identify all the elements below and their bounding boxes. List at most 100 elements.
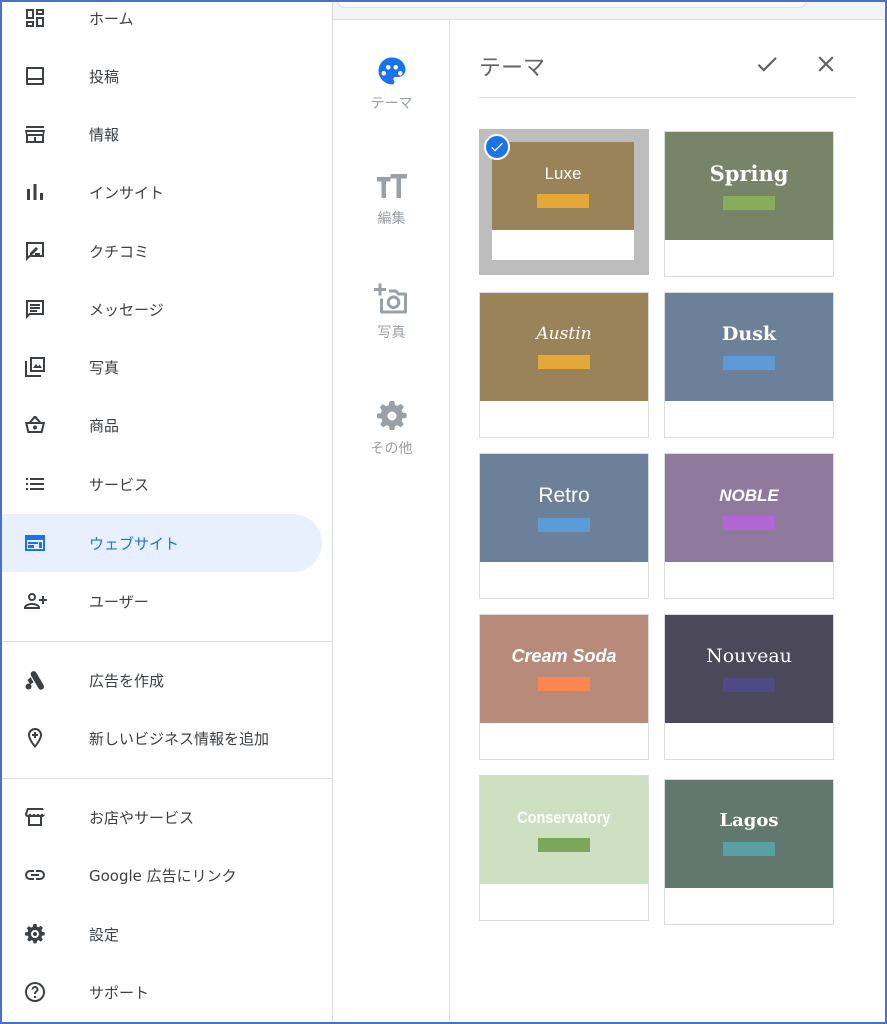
left-navigation: ホーム 投稿 情報 インサイト クチコミ メッセージ 写真 商品 サービス ウェ… [0, 0, 333, 1024]
nav-item-add-business[interactable]: 新しいビジネス情報を追加 [0, 709, 322, 767]
nav-item-settings[interactable]: 設定 [0, 905, 322, 963]
theme-name: NOBLE [719, 485, 779, 505]
tool-label: その他 [370, 441, 413, 457]
close-button[interactable] [810, 48, 842, 80]
theme-accent [723, 355, 775, 370]
nav-item-posts[interactable]: 投稿 [0, 47, 322, 105]
tool-photos[interactable]: 写真 [333, 282, 450, 372]
link-icon [22, 862, 48, 888]
nav-divider [0, 641, 333, 642]
add-photo-icon [373, 283, 407, 314]
nav-item-reviews[interactable]: クチコミ [0, 222, 322, 280]
nav-label: ユーザー [89, 592, 149, 611]
theme-hero: Conservatory [480, 776, 648, 884]
theme-hero: Austin [480, 293, 648, 401]
theme-accent [723, 842, 775, 856]
theme-hero: Dusk [665, 293, 833, 401]
nav-item-create-ad[interactable]: 広告を作成 [0, 651, 322, 709]
nav-label: 投稿 [89, 67, 120, 86]
theme-card-dusk[interactable]: Dusk [664, 292, 834, 438]
close-icon [818, 56, 834, 72]
theme-name: Nouveau [706, 644, 792, 667]
nav-item-home[interactable]: ホーム [0, 0, 322, 47]
palette-icon [378, 57, 405, 85]
list-icon [22, 471, 48, 497]
tool-label: 編集 [377, 211, 406, 227]
theme-card-austin[interactable]: Austin [479, 292, 649, 438]
confirm-button[interactable] [751, 48, 783, 80]
shopping-basket-icon [22, 412, 48, 438]
nav-label: 設定 [89, 925, 120, 944]
tool-label: テーマ [370, 96, 413, 112]
nav-label: ウェブサイト [89, 534, 180, 553]
theme-card-luxe[interactable]: Luxe [479, 129, 649, 275]
help-icon [22, 979, 48, 1005]
nav-label: インサイト [89, 183, 165, 202]
dashboard-icon [22, 5, 48, 31]
theme-accent [537, 193, 589, 208]
nav-label: お店やサービス [89, 808, 195, 827]
nav-label: サポート [89, 983, 150, 1002]
theme-hero: Lagos [665, 780, 833, 888]
nav-item-link-ads[interactable]: Google 広告にリンク [0, 846, 322, 904]
add-location-icon [22, 725, 48, 751]
theme-accent [538, 517, 590, 532]
theme-card-nouveau[interactable]: Nouveau [664, 614, 834, 760]
post-icon [22, 63, 48, 89]
nav-item-support[interactable]: サポート [0, 963, 322, 1021]
photo-library-icon [22, 354, 48, 380]
theme-name: Conservatory [517, 807, 611, 827]
tool-label: 写真 [377, 325, 406, 341]
text-fields-icon [376, 174, 407, 198]
theme-accent [723, 195, 775, 210]
nav-label: 写真 [89, 358, 120, 377]
preview-bar [337, 0, 807, 8]
tool-other[interactable]: その他 [333, 398, 450, 488]
nav-label: 新しいビジネス情報を追加 [89, 729, 270, 748]
person-add-icon [22, 588, 48, 614]
nav-item-users[interactable]: ユーザー [0, 572, 322, 630]
theme-hero: Cream Soda [480, 615, 648, 723]
theme-card-conservatory[interactable]: Conservatory [479, 775, 649, 921]
tool-theme[interactable]: テーマ [333, 53, 450, 143]
theme-accent [723, 677, 775, 692]
nav-item-stores[interactable]: お店やサービス [0, 788, 322, 846]
theme-name: Dusk [721, 322, 777, 345]
theme-panel-header: テーマ [479, 40, 856, 98]
editor-tools: テーマ 編集 写真 その他 [333, 20, 450, 1024]
tool-edit[interactable]: 編集 [333, 168, 450, 258]
nav-item-services[interactable]: サービス [0, 455, 322, 513]
nav-item-info[interactable]: 情報 [0, 105, 322, 163]
rate-review-icon [22, 238, 48, 264]
nav-divider [0, 778, 333, 779]
theme-name: Cream Soda [511, 646, 617, 666]
nav-label: メッセージ [89, 300, 164, 319]
theme-card-noble[interactable]: NOBLE [664, 453, 834, 599]
store-icon [22, 804, 48, 830]
theme-card-retro[interactable]: Retro [479, 453, 649, 599]
theme-hero: Luxe [492, 142, 634, 230]
nav-label: Google 広告にリンク [89, 866, 237, 885]
nav-item-photos[interactable]: 写真 [0, 338, 322, 396]
theme-card-cream-soda[interactable]: Cream Soda [479, 614, 649, 760]
message-icon [22, 296, 48, 322]
top-strip [333, 0, 885, 20]
bar-chart-icon [22, 179, 48, 205]
theme-name: Spring [709, 160, 789, 186]
theme-card-lagos[interactable]: Lagos [664, 779, 834, 925]
web-icon [22, 530, 48, 556]
theme-accent [538, 677, 590, 691]
theme-hero: Spring [665, 132, 833, 240]
nav-item-products[interactable]: 商品 [0, 396, 322, 454]
nav-item-messages[interactable]: メッセージ [0, 280, 322, 338]
theme-name: Lagos [719, 810, 779, 831]
nav-item-insights[interactable]: インサイト [0, 163, 322, 221]
theme-name: Luxe [544, 163, 582, 183]
theme-card-spring[interactable]: Spring [664, 131, 834, 277]
theme-preview: Luxe [492, 142, 634, 260]
settings-icon [22, 921, 48, 947]
theme-hero: Retro [480, 454, 648, 562]
nav-item-website[interactable]: ウェブサイト [0, 514, 322, 572]
nav-label: ホーム [89, 9, 134, 28]
theme-accent [538, 354, 590, 369]
